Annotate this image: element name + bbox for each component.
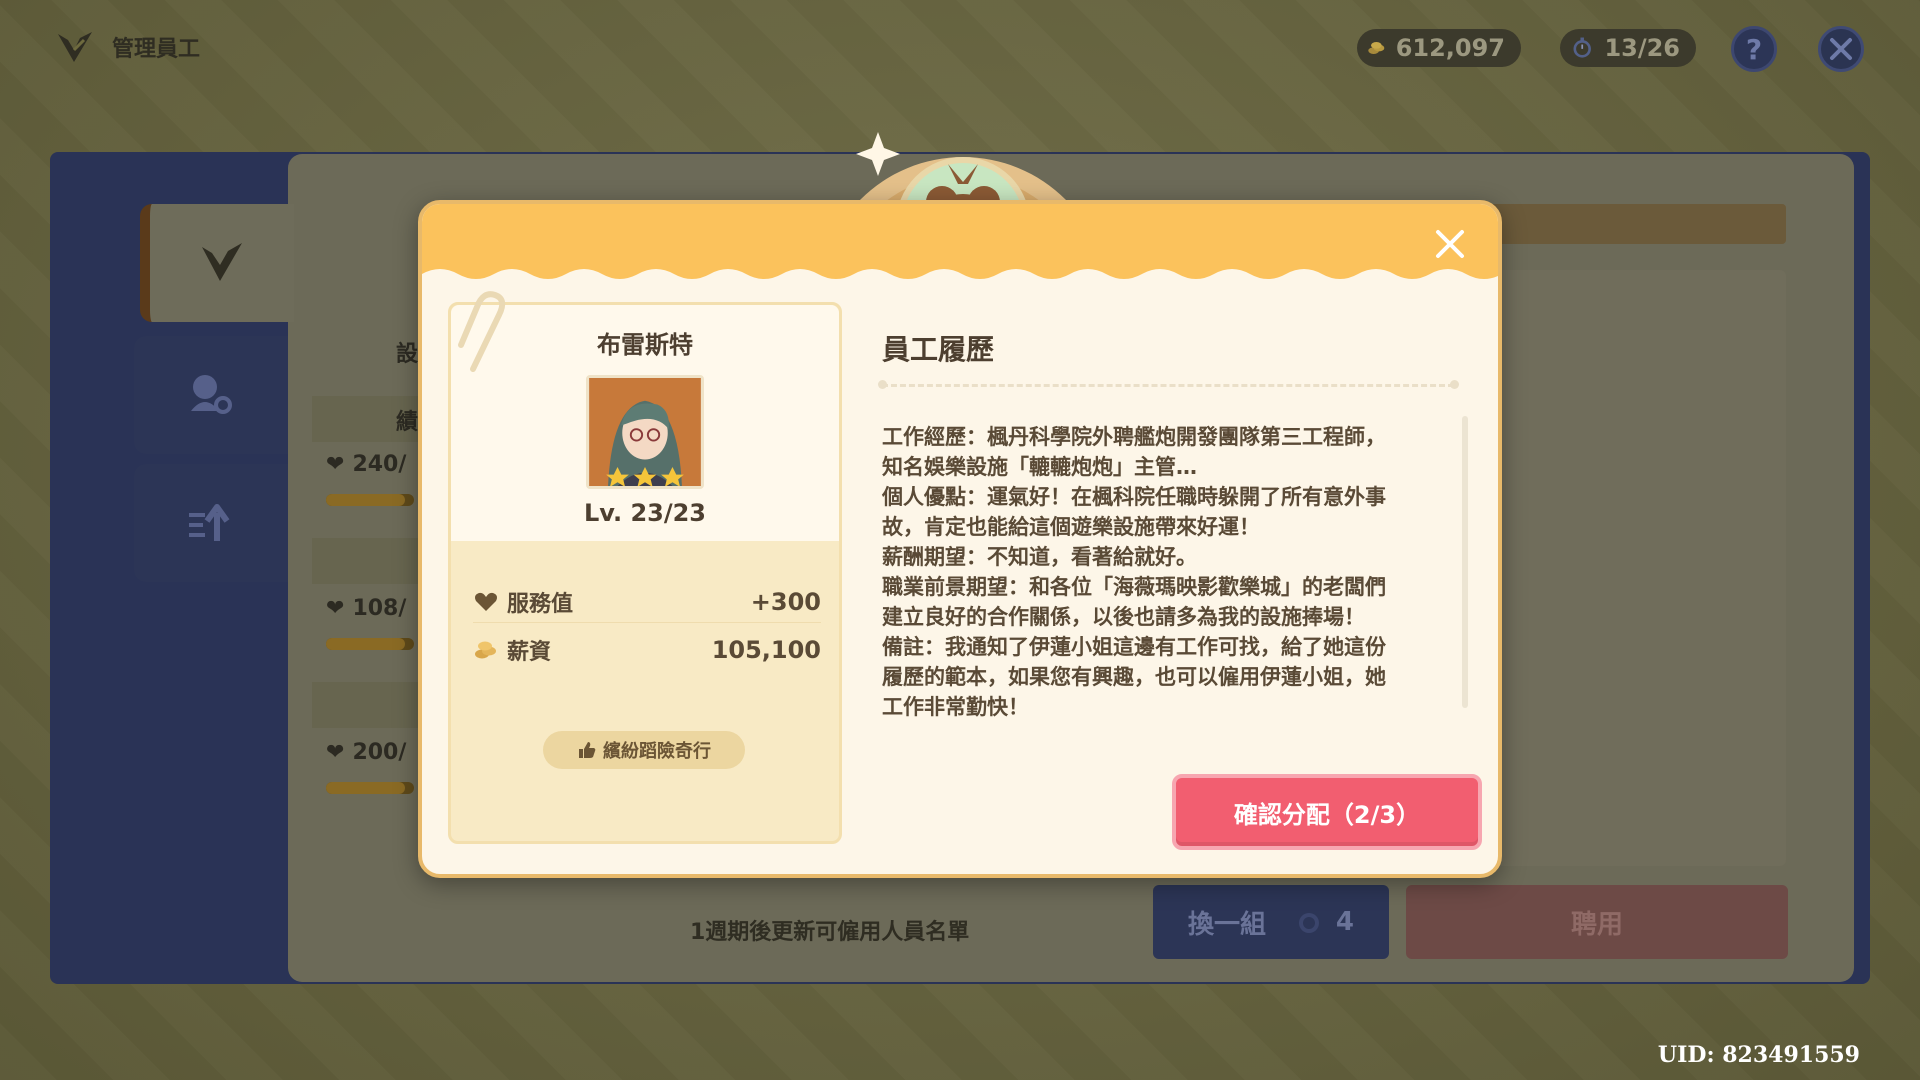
underlying-section-band — [312, 538, 422, 584]
header-wave-decoration — [422, 269, 1498, 284]
app-title-group: 管理員工 — [52, 24, 200, 70]
hire-label: 聘用 — [1570, 909, 1623, 940]
page-title: 管理員工 — [112, 37, 201, 62]
staff-settings-icon — [191, 375, 232, 414]
resume-line: 知名娛樂設施「轆轆炮炮」主管… — [882, 455, 1197, 479]
divider-dot — [1450, 380, 1459, 389]
underlying-progress-bar — [326, 782, 414, 794]
resume-line: 建立良好的合作關係，以後也請多為我的設施捧場！ — [882, 605, 1365, 629]
stopwatch-icon — [1298, 913, 1319, 933]
dialog-close-button[interactable] — [1430, 224, 1470, 264]
underlying-stat: ❤ 200/ — [326, 740, 407, 765]
underlying-fragment-text: 績 — [396, 410, 419, 435]
swap-count-value: 4 — [1335, 907, 1355, 937]
sidebar-tab-manage[interactable] — [140, 204, 294, 322]
thumbs-up-icon — [579, 742, 596, 758]
underlying-progress-bar — [326, 638, 414, 650]
resume-line: 個人優點：運氣好！在楓科院任職時躲開了所有意外事 — [882, 485, 1386, 509]
salary-amount: 105,100 — [711, 636, 821, 664]
help-icon: ? — [1745, 32, 1763, 66]
heart-icon: ❤ — [326, 740, 345, 765]
resume-divider — [882, 384, 1454, 387]
resume-text: 工作經歷：楓丹科學院外聘艦炮開發團隊第三工程師， 知名娛樂設施「轆轆炮炮」主管…… — [882, 422, 1458, 722]
swap-cost: 4 — [1296, 907, 1354, 937]
employee-profile-card: 布雷斯特 Lv. 23/23 服務值 +300 薪資 105,100 繽紛蹈險奇… — [448, 291, 842, 844]
coin-amount: 612,097 — [1395, 34, 1505, 62]
resume-line: 職業前景期望：和各位「海薇瑪映影歡樂城」的老闆們 — [882, 575, 1386, 599]
salary-label: 薪資 — [507, 640, 552, 665]
quill-logo-icon — [58, 32, 92, 62]
skill-tag: 繽紛蹈險奇行 — [543, 731, 745, 769]
employee-name: 布雷斯特 — [597, 331, 693, 359]
quill-icon — [202, 243, 242, 281]
underlying-stat: ❤ 108/ — [326, 596, 407, 621]
underlying-stat: ❤ 240/ — [326, 452, 407, 477]
resume-line: 工作經歷：楓丹科學院外聘艦炮開發團隊第三工程師， — [882, 425, 1386, 449]
employee-portrait — [586, 375, 704, 489]
divider-dot — [878, 380, 887, 389]
refresh-note: 1週期後更新可僱用人員名單 — [690, 920, 970, 945]
resume-title: 員工履歷 — [882, 333, 995, 366]
underlying-progress-bar — [326, 494, 414, 506]
resume-line: 故，肯定也能給這個遊樂設施帶來好運！ — [882, 515, 1260, 539]
underlying-header-bar — [1478, 204, 1786, 244]
sidebar-tab-upgrade[interactable] — [134, 464, 288, 582]
salary-row: 薪資 105,100 — [473, 629, 821, 671]
employee-resume-dialog: 布雷斯特 Lv. 23/23 服務值 +300 薪資 105,100 繽紛蹈險奇… — [418, 200, 1502, 878]
service-label: 服務值 — [507, 591, 574, 617]
coin-balance: 612,097 — [1357, 29, 1521, 67]
service-value-row: 服務值 +300 — [473, 581, 821, 623]
underlying-section-band — [312, 682, 422, 728]
coin-icon — [475, 641, 496, 659]
resume-line: 履歷的範本，如果您有興趣，也可以僱用伊蓮小姐，她 — [882, 665, 1386, 689]
confirm-label: 確認分配（2/3） — [1233, 800, 1421, 829]
resume-line: 備註：我通知了伊蓮小姐這邊有工作可找，給了她這份 — [882, 635, 1386, 659]
resume-line: 工作非常勤快！ — [882, 695, 1029, 719]
underlying-candidate-slot — [1460, 270, 1786, 866]
hire-button[interactable]: 聘用 — [1406, 885, 1788, 959]
confirm-assign-button[interactable]: 確認分配（2/3） — [1172, 774, 1482, 850]
sidebar-tab-staff[interactable] — [134, 336, 288, 454]
heart-icon: ❤ — [326, 452, 345, 477]
resume-line: 薪酬期望：不知道，看著給就好。 — [882, 545, 1197, 569]
swap-group-button[interactable]: 換一組 4 — [1153, 885, 1389, 959]
resume-scrollbar[interactable] — [1462, 416, 1468, 708]
uid-label: UID: 823491559 — [1657, 1042, 1860, 1068]
employee-level: Lv. 23/23 — [583, 499, 707, 527]
cycle-value: 13/26 — [1604, 34, 1680, 62]
upgrade-arrow-icon — [189, 504, 230, 541]
heart-icon: ❤ — [326, 596, 345, 621]
underlying-fragment-text: 設 — [396, 342, 419, 367]
cycle-counter: 13/26 — [1560, 29, 1696, 67]
coin-icon — [1368, 41, 1385, 55]
stopwatch-icon — [1573, 37, 1591, 58]
close-icon — [1830, 38, 1852, 60]
exit-button[interactable] — [1818, 26, 1864, 72]
top-bar: 管理員工 612,097 13/26 ? — [0, 0, 1920, 96]
dialog-header — [422, 204, 1498, 284]
heart-icon — [475, 592, 497, 611]
swap-label: 換一組 — [1187, 909, 1266, 940]
service-amount: +300 — [750, 587, 821, 616]
help-button[interactable]: ? — [1731, 26, 1777, 72]
portrait-image — [589, 378, 701, 486]
skill-name: 繽紛蹈險奇行 — [603, 741, 711, 762]
